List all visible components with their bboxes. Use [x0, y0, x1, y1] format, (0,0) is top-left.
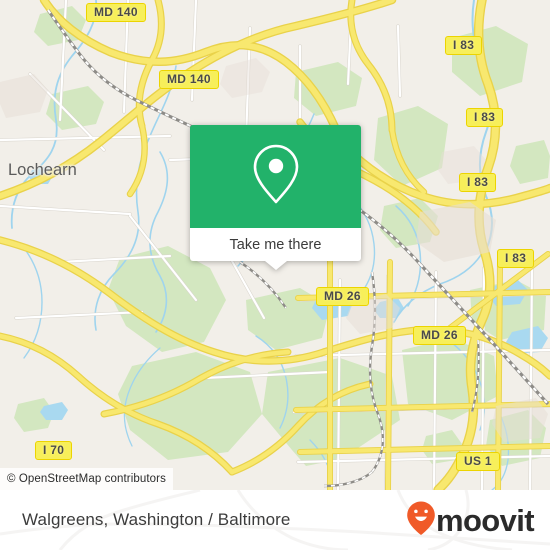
footer-bar: Walgreens, Washington / Baltimore moovit — [0, 490, 550, 550]
callout-pointer — [264, 261, 287, 270]
take-me-there-button[interactable]: Take me there — [190, 228, 361, 261]
road-shield: I 83 — [497, 249, 535, 268]
moovit-smiley-pin-icon — [406, 500, 436, 541]
moovit-logo[interactable]: moovit — [406, 500, 535, 541]
road-shield: MD 26 — [413, 326, 466, 345]
page-title: Walgreens, Washington / Baltimore — [22, 510, 291, 529]
road-shield: MD 140 — [159, 70, 219, 89]
road-shield: I 83 — [459, 173, 497, 192]
road-shield: MD 140 — [86, 3, 146, 22]
map-attribution[interactable]: © OpenStreetMap contributors — [0, 468, 173, 490]
road-shield: I 83 — [466, 108, 504, 127]
brand-wordmark: moovit — [435, 502, 535, 538]
map-pin-icon — [248, 141, 304, 212]
road-shield: I 83 — [445, 36, 483, 55]
map-screenshot: .rd-cas-o { stroke:#e9d24a; stroke-linec… — [0, 0, 550, 550]
location-callout-card[interactable]: Take me there — [190, 125, 361, 270]
road-shield: US 1 — [456, 452, 500, 471]
callout-header — [190, 125, 361, 228]
place-label-lochearn: Lochearn — [8, 161, 77, 179]
road-shield: MD 26 — [316, 287, 369, 306]
road-shield: I 70 — [35, 441, 73, 460]
